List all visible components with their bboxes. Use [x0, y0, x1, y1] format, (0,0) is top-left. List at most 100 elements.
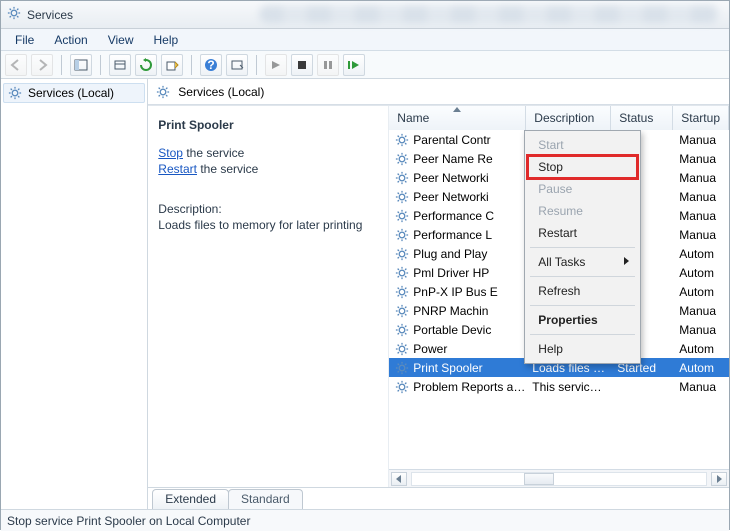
stop-service-button[interactable] [291, 54, 313, 76]
stop-tail: the service [183, 146, 244, 160]
ctx-help[interactable]: Help [528, 338, 637, 360]
cell-startup: Manua [673, 323, 729, 337]
cell-name: Peer Networki [389, 190, 526, 204]
start-service-button[interactable] [265, 54, 287, 76]
toolbar-separator [191, 55, 192, 75]
chevron-right-icon [624, 257, 629, 265]
nav-forward-button[interactable] [31, 54, 53, 76]
col-startup[interactable]: Startup [673, 106, 729, 130]
pause-service-button[interactable] [317, 54, 339, 76]
details-panel: Print Spooler Stop the service Restart t… [148, 106, 388, 487]
tab-extended[interactable]: Extended [152, 489, 229, 509]
cell-name: Peer Name Re [389, 152, 526, 166]
cell-name-text: PnP-X IP Bus E [413, 285, 498, 299]
title-bar: Services [1, 1, 729, 29]
context-menu: Start Stop Pause Resume Restart All Task… [524, 130, 641, 364]
title-blur-decor [259, 5, 719, 23]
cell-name-text: Peer Networki [413, 171, 488, 185]
cell-name: Performance C [389, 209, 526, 223]
cell-name-text: Pml Driver HP [413, 266, 489, 280]
cell-name: PNRP Machin [389, 304, 526, 318]
menu-view[interactable]: View [98, 31, 144, 49]
right-body: Print Spooler Stop the service Restart t… [148, 105, 729, 487]
cell-startup: Autom [673, 342, 729, 356]
description-heading: Description: [158, 202, 378, 216]
toolbar-separator [100, 55, 101, 75]
cell-name-text: Power [413, 342, 447, 356]
restart-service-button[interactable] [343, 54, 365, 76]
gear-icon [395, 323, 409, 337]
right-header: Services (Local) [148, 79, 729, 105]
properties-button[interactable] [109, 54, 131, 76]
cell-name-text: Peer Networki [413, 190, 488, 204]
gear-icon [395, 209, 409, 223]
col-status[interactable]: Status [611, 106, 673, 130]
menu-help[interactable]: Help [144, 31, 189, 49]
gear-icon [395, 152, 409, 166]
stop-link[interactable]: Stop [158, 146, 183, 160]
toolbar-separator [256, 55, 257, 75]
column-headers: Name Description Status Startup [389, 106, 729, 130]
gear-icon [395, 228, 409, 242]
cell-name: Problem Reports a… [389, 380, 526, 394]
cell-name: Pml Driver HP [389, 266, 526, 280]
cell-description: This service … [526, 380, 611, 394]
gear-icon [395, 342, 409, 356]
ctx-restart[interactable]: Restart [528, 222, 637, 244]
ctx-all-tasks[interactable]: All Tasks [528, 251, 637, 273]
restart-link[interactable]: Restart [158, 162, 197, 176]
help-button[interactable]: ? [200, 54, 222, 76]
ctx-resume: Resume [528, 200, 637, 222]
scroll-track[interactable] [411, 472, 707, 486]
refresh-button[interactable] [135, 54, 157, 76]
gear-icon [395, 361, 409, 375]
menu-file[interactable]: File [5, 31, 44, 49]
tab-standard[interactable]: Standard [228, 489, 303, 509]
status-text: Stop service Print Spooler on Local Comp… [7, 514, 250, 528]
ctx-all-tasks-label: All Tasks [538, 255, 585, 269]
sort-asc-icon [453, 107, 461, 112]
cell-startup: Manua [673, 228, 729, 242]
nav-back-button[interactable] [5, 54, 27, 76]
gear-icon [395, 380, 409, 394]
ctx-stop[interactable]: Stop [528, 156, 637, 178]
options-button[interactable] [226, 54, 248, 76]
services-icon [7, 6, 21, 23]
ctx-properties[interactable]: Properties [528, 309, 637, 331]
gear-icon [395, 285, 409, 299]
cell-startup: Manua [673, 380, 729, 394]
cell-startup: Manua [673, 209, 729, 223]
rows-container: Parental ContrManuaPeer Name ReManuaPeer… [389, 130, 729, 469]
cell-name: PnP-X IP Bus E [389, 285, 526, 299]
ctx-refresh[interactable]: Refresh [528, 280, 637, 302]
export-button[interactable] [161, 54, 183, 76]
gear-icon [395, 266, 409, 280]
bottom-tabs: Extended Standard [148, 487, 729, 509]
table-row[interactable]: Problem Reports a…This service … Manua [389, 377, 729, 396]
show-panel-button[interactable] [70, 54, 92, 76]
cell-name-text: Peer Name Re [413, 152, 492, 166]
cell-name: Performance L [389, 228, 526, 242]
toolbar-separator [61, 55, 62, 75]
ctx-separator [530, 305, 635, 306]
col-name[interactable]: Name [389, 106, 526, 130]
scroll-right-button[interactable] [711, 472, 727, 486]
col-description[interactable]: Description [526, 106, 611, 130]
h-scrollbar[interactable] [389, 469, 729, 487]
scroll-left-button[interactable] [391, 472, 407, 486]
cell-name-text: Performance L [413, 228, 492, 242]
description-body: Loads files to memory for later printing [158, 218, 378, 232]
cell-name: Plug and Play [389, 247, 526, 261]
menu-action[interactable]: Action [44, 31, 97, 49]
ctx-pause: Pause [528, 178, 637, 200]
tree-services-local[interactable]: Services (Local) [3, 83, 145, 103]
scroll-thumb[interactable] [524, 473, 554, 485]
menu-bar: File Action View Help [1, 29, 729, 51]
selected-service-name: Print Spooler [158, 118, 378, 132]
gear-icon [395, 247, 409, 261]
cell-name-text: Plug and Play [413, 247, 487, 261]
gear-icon [395, 190, 409, 204]
cell-name: Print Spooler [389, 361, 526, 375]
cell-startup: Manua [673, 171, 729, 185]
cell-name-text: Print Spooler [413, 361, 482, 375]
